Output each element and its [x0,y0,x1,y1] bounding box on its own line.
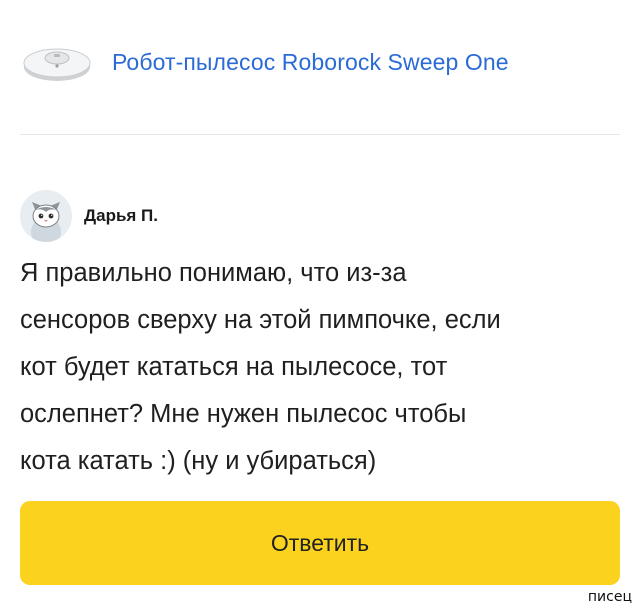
reply-button[interactable]: Ответить [20,501,620,585]
comment-line: Я правильно понимаю, что из-за [20,259,407,287]
comment-text: Я правильно понимаю, что из-за сенсоров … [20,250,620,485]
product-title[interactable]: Робот-пылесос Roborock Sweep One [112,49,509,76]
author-name[interactable]: Дарья П. [84,206,158,226]
cat-avatar-icon[interactable] [20,190,72,242]
comment-line: сенсоров сверху на этой пимпочке, если [20,306,501,334]
robot-vacuum-icon [20,36,94,88]
product-link[interactable]: Робот-пылесос Roborock Sweep One [20,30,620,94]
comment-line: кота катать :) (ну и убираться) [20,447,377,475]
divider [20,134,620,135]
comment-line: ослепнет? Мне нужен пылесос чтобы [20,400,467,428]
watermark: писец [584,589,635,605]
comment-author: Дарья П. [20,190,158,242]
comment-line: кот будет кататься на пылесосе, тот [20,353,448,381]
